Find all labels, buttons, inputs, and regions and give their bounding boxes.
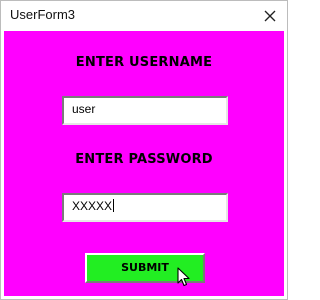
close-icon	[264, 10, 276, 21]
title-bar[interactable]: UserForm3	[1, 1, 287, 30]
password-label: Enter Password	[75, 152, 213, 167]
username-input[interactable]: user	[62, 96, 228, 125]
mouse-pointer-icon	[177, 267, 190, 287]
form-body: Enter Username user Enter Password XXXXX…	[4, 31, 284, 296]
text-caret	[113, 199, 115, 212]
password-value: XXXXX	[72, 199, 113, 213]
username-value: user	[72, 102, 96, 116]
userform-window: UserForm3 Enter Username user Enter Pass…	[0, 0, 288, 300]
window-title: UserForm3	[10, 7, 76, 22]
username-label: Enter Username	[75, 55, 213, 70]
close-button[interactable]	[253, 1, 287, 30]
password-input[interactable]: XXXXX	[62, 193, 228, 222]
